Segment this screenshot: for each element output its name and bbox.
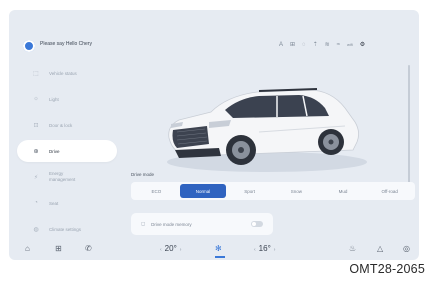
voice-greeting: Please say Hello Chery bbox=[40, 41, 92, 47]
drive-mode-memory-label: Drive mode memory bbox=[151, 221, 192, 227]
sidebar-item-door-lock[interactable]: ⊡ Door & lock bbox=[17, 114, 117, 136]
status-bar: A ⊞ ◌ ⇡ ≋ ≈ wifi ⚙ bbox=[279, 40, 365, 50]
drive-mode-snow[interactable]: Snow bbox=[273, 184, 320, 198]
temp-increase-icon[interactable]: › bbox=[274, 247, 276, 253]
auto-icon[interactable]: A bbox=[279, 40, 283, 50]
sidebar-item-vehicle-status[interactable]: ⬚ Vehicle status bbox=[17, 62, 117, 84]
steering-icon: ⊛ bbox=[33, 148, 39, 155]
sidebar: ⬚ Vehicle status ☼ Light ⊡ Door & lock ⊛… bbox=[17, 62, 117, 244]
apps-icon[interactable]: ⊞ bbox=[55, 242, 62, 256]
drive-mode-selector: ECO Normal Sport Snow Mud Off-road bbox=[131, 182, 415, 200]
drive-mode-normal[interactable]: Normal bbox=[179, 184, 227, 198]
sidebar-item-label: Vehicle status bbox=[49, 70, 77, 76]
sidebar-item-label: Light bbox=[49, 96, 59, 102]
scrollbar[interactable] bbox=[408, 65, 410, 185]
drive-mode-memory-card: ◻ Drive mode memory bbox=[131, 213, 273, 235]
sidebar-item-seat[interactable]: ◔ Seat bbox=[17, 192, 117, 214]
upload-icon[interactable]: ⇡ bbox=[313, 40, 318, 50]
drive-mode-mud[interactable]: Mud bbox=[320, 184, 367, 198]
temp-decrease-icon[interactable]: ‹ bbox=[160, 247, 162, 253]
climate-icon: ◍ bbox=[33, 226, 39, 233]
fan-icon[interactable]: ✻ bbox=[215, 242, 222, 256]
wifi-icon[interactable]: ≈ bbox=[337, 40, 340, 50]
car-image bbox=[167, 88, 367, 172]
sidebar-item-label: Energy management bbox=[49, 171, 76, 182]
circle-icon[interactable]: ◌ bbox=[302, 40, 306, 50]
temp-increase-icon[interactable]: › bbox=[180, 247, 182, 253]
lock-icon: ⊡ bbox=[33, 122, 39, 129]
sidebar-item-label: Drive bbox=[49, 148, 60, 154]
sidebar-item-climate[interactable]: ◍ Climate settings bbox=[17, 218, 117, 240]
phone-icon[interactable]: ✆ bbox=[85, 242, 92, 256]
sidebar-item-label: Seat bbox=[49, 200, 59, 206]
vehicle-illustration bbox=[149, 76, 369, 176]
figure-caption: OMT28-2065 bbox=[349, 262, 425, 276]
sidebar-item-label: Climate settings bbox=[49, 226, 82, 232]
seat-heat-icon[interactable]: ♨ bbox=[349, 242, 356, 256]
light-icon: ☼ bbox=[33, 96, 39, 102]
energy-icon: ⚡ bbox=[33, 174, 39, 181]
drive-mode-eco[interactable]: ECO bbox=[133, 184, 180, 198]
sidebar-item-label: Door & lock bbox=[49, 122, 73, 128]
warning-icon[interactable]: △ bbox=[377, 242, 383, 256]
voice-assistant-avatar[interactable] bbox=[23, 40, 35, 52]
grid-icon[interactable]: ⊞ bbox=[290, 40, 295, 50]
driver-temp-value: 20° bbox=[164, 244, 177, 253]
drive-mode-label: Drive mode bbox=[131, 172, 155, 177]
sidebar-item-drive[interactable]: ⊛ Drive bbox=[17, 140, 117, 162]
drive-mode-sport[interactable]: Sport bbox=[226, 184, 273, 198]
bottom-dock: ⌂ ⊞ ✆ ‹ 20° › ✻ ‹ 16° › ♨ △ ◎ bbox=[9, 238, 419, 260]
sidebar-item-light[interactable]: ☼ Light bbox=[17, 88, 117, 110]
drive-mode-offroad[interactable]: Off-road bbox=[366, 184, 413, 198]
wifi-label: wifi bbox=[346, 42, 353, 47]
signal-icon[interactable]: ≋ bbox=[325, 40, 330, 50]
info-icon: ◻ bbox=[141, 221, 146, 227]
temp-decrease-icon[interactable]: ‹ bbox=[254, 247, 256, 253]
car-outline-icon: ⬚ bbox=[33, 70, 39, 77]
steering-wheel-icon[interactable]: ◎ bbox=[403, 242, 410, 256]
driver-temperature[interactable]: ‹ 20° › bbox=[157, 241, 184, 258]
fan-active-indicator bbox=[215, 256, 225, 258]
home-icon[interactable]: ⌂ bbox=[25, 242, 30, 256]
passenger-temp-value: 16° bbox=[258, 244, 271, 253]
seat-icon: ◔ bbox=[34, 200, 38, 206]
drive-mode-memory-toggle[interactable] bbox=[251, 221, 263, 227]
settings-icon[interactable]: ⚙ bbox=[360, 40, 365, 50]
infotainment-screen: Please say Hello Chery A ⊞ ◌ ⇡ ≋ ≈ wifi … bbox=[9, 10, 419, 260]
sidebar-item-energy[interactable]: ⚡ Energy management bbox=[17, 166, 117, 188]
passenger-temperature[interactable]: ‹ 16° › bbox=[251, 241, 278, 258]
